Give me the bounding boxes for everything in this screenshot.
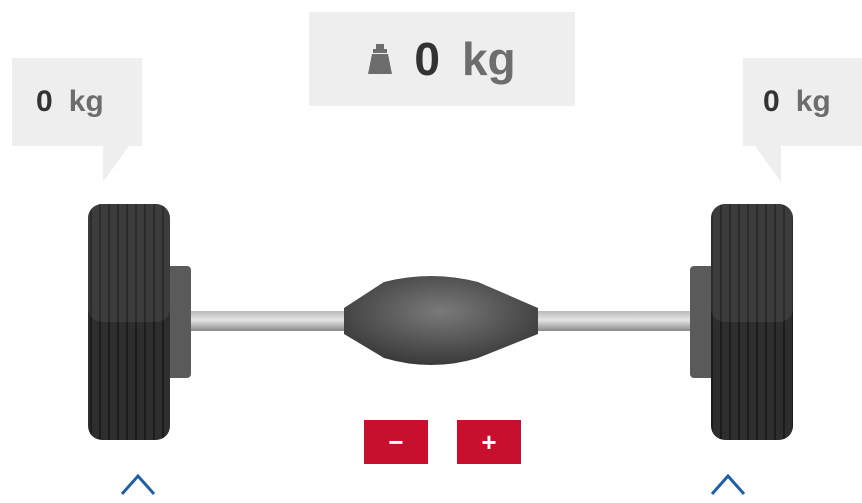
chevron-up-icon[interactable] (118, 470, 158, 496)
chevron-up-icon[interactable] (708, 470, 748, 496)
increase-button[interactable]: + (457, 420, 521, 464)
weight-icon (368, 44, 393, 74)
total-weight-value: 0 (414, 33, 440, 85)
left-wheel-load-unit: kg (68, 85, 104, 118)
right-wheel-load-unit: kg (795, 85, 831, 118)
left-wheel-load-bubble: 0 kg (12, 58, 142, 146)
decrease-button[interactable]: − (364, 420, 428, 464)
total-weight-unit: kg (461, 33, 516, 85)
right-wheel (690, 204, 793, 440)
differential-housing (344, 276, 538, 365)
left-wheel-load-value: 0 (36, 85, 53, 118)
right-wheel-load-value: 0 (763, 85, 780, 118)
left-wheel (88, 204, 191, 440)
left-bubble-pointer (103, 146, 129, 182)
right-bubble-pointer (755, 146, 781, 182)
total-weight-display: 0 kg (309, 12, 575, 106)
right-wheel-load-bubble: 0 kg (743, 58, 862, 146)
axle-illustration (88, 204, 793, 440)
